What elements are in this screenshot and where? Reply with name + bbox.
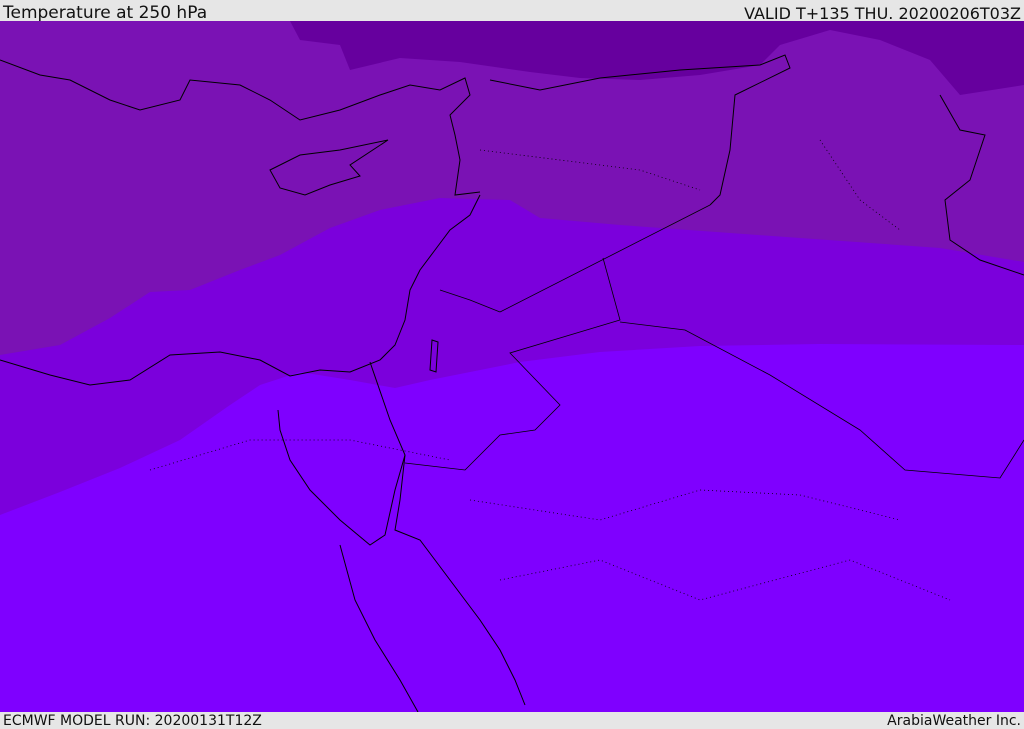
brand-credit: ArabiaWeather Inc. (887, 713, 1021, 729)
footer-bar: ECMWF MODEL RUN: 20200131T12Z ArabiaWeat… (0, 712, 1024, 729)
map-title: Temperature at 250 hPa (3, 3, 208, 23)
header-bar: Temperature at 250 hPa VALID T+135 THU. … (0, 0, 1024, 23)
model-run: ECMWF MODEL RUN: 20200131T12Z (3, 713, 262, 729)
temperature-map (0, 21, 1024, 712)
